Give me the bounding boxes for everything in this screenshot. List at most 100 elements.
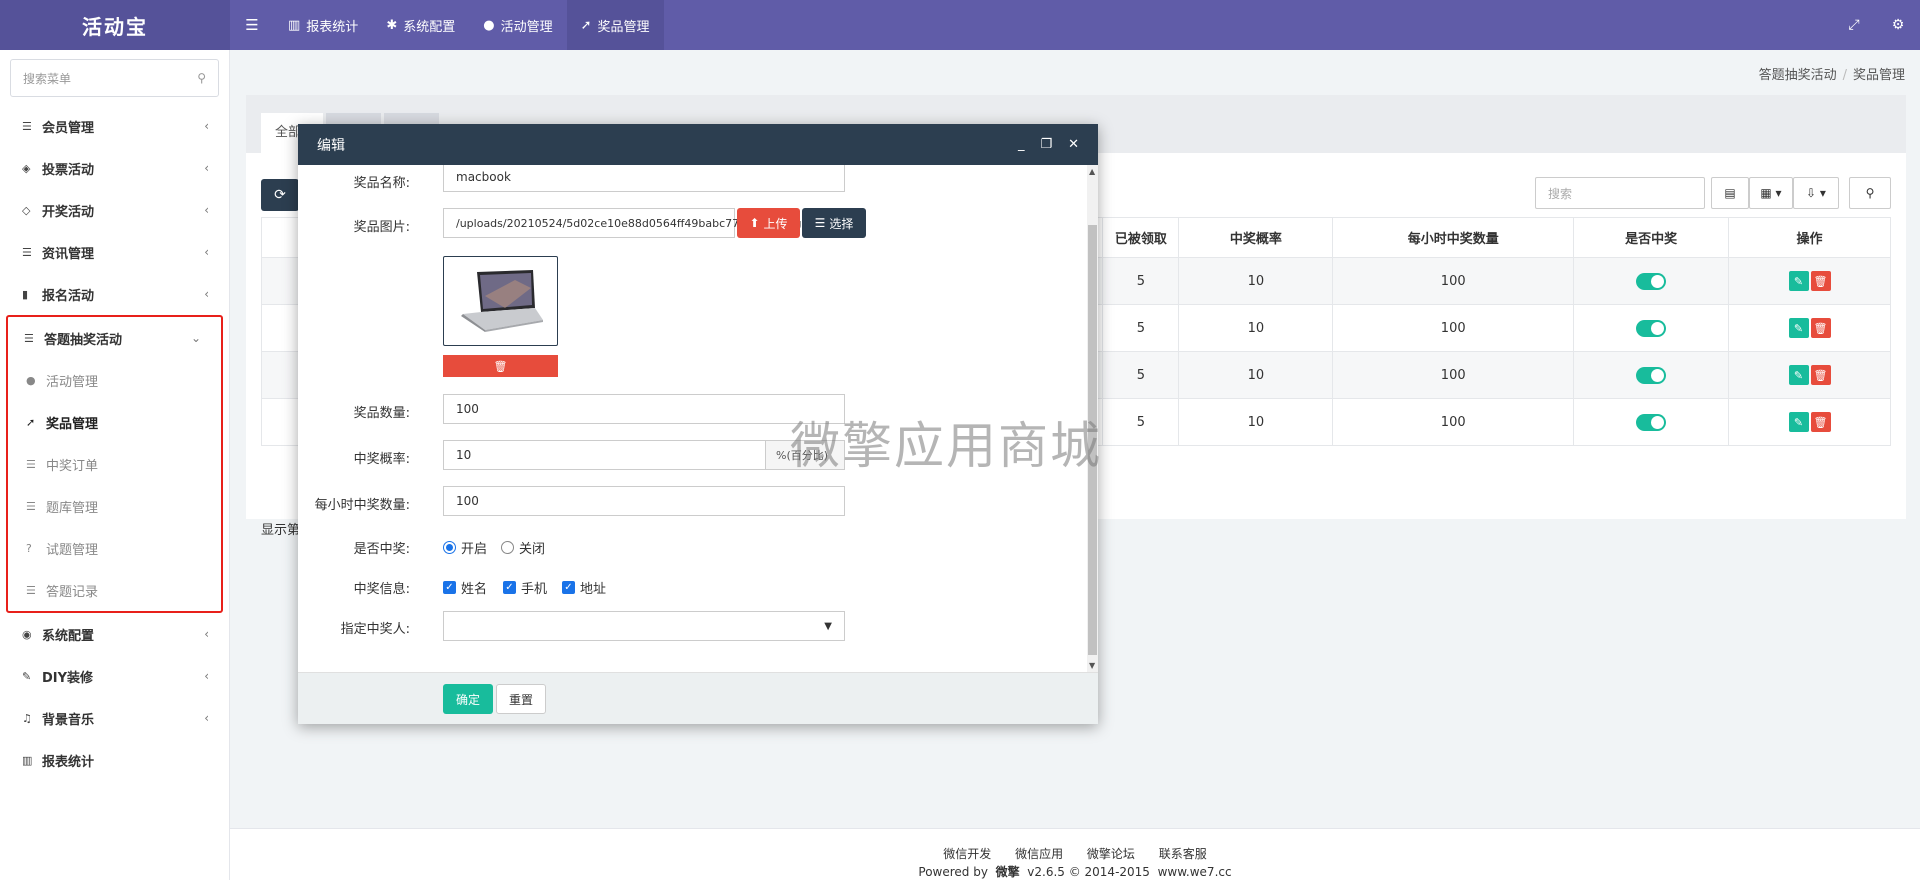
chevron-down-icon: ⌄	[190, 331, 201, 345]
delete-button[interactable]: 🗑	[1810, 412, 1831, 432]
prize-image-preview[interactable]	[443, 256, 558, 346]
export-button[interactable]: ⇩ ▾	[1793, 177, 1839, 209]
footer-link[interactable]: 微信开发	[943, 847, 991, 861]
table-header[interactable]: 每小时中奖数量	[1332, 217, 1575, 258]
checkbox-label: 地址	[580, 582, 607, 597]
laptop-image	[460, 270, 543, 332]
delete-button[interactable]: 🗑	[1810, 271, 1831, 291]
info-name-checkbox[interactable]: ✓ 姓名	[443, 578, 487, 597]
delete-button[interactable]: 🗑	[1810, 365, 1831, 385]
hourly-quantity-input[interactable]: 100	[443, 486, 845, 516]
sidebar-item-lottery[interactable]: ◇ 开奖活动 ‹	[0, 189, 229, 231]
topnav-item-prize[interactable]: ➚ 奖品管理	[566, 0, 664, 50]
sidebar-item-label: DIY装修	[42, 670, 94, 686]
footer-link[interactable]: 联系客服	[1159, 847, 1207, 861]
prize-quantity-input[interactable]: 100	[443, 394, 845, 424]
upload-button[interactable]: ⬆ 上传	[737, 208, 800, 238]
table-header[interactable]: 已被领取	[1102, 217, 1180, 258]
footer-link[interactable]: 微擎论坛	[1087, 847, 1135, 861]
edit-button[interactable]: ✎	[1788, 318, 1809, 338]
topnav-item-activity[interactable]: ● 活动管理	[469, 0, 566, 50]
win-toggle[interactable]	[1636, 413, 1667, 431]
edit-button[interactable]: ✎	[1788, 412, 1809, 432]
rocket-icon: ➚	[26, 415, 36, 429]
select-button[interactable]: ☰ 选择	[802, 208, 866, 238]
sidebar-subitem-bank[interactable]: ☰ 题库管理	[8, 485, 221, 527]
win-off-radio[interactable]: 关闭	[501, 538, 545, 557]
advanced-search-button[interactable]: ⚲	[1849, 177, 1891, 209]
brand-logo[interactable]: 活动宝	[0, 0, 230, 50]
info-address-checkbox[interactable]: ✓ 地址	[562, 578, 606, 597]
close-icon[interactable]: ✕	[1068, 137, 1079, 152]
footer-site[interactable]: www.we7.cc	[1158, 865, 1232, 879]
maximize-icon[interactable]: ❐	[1040, 137, 1052, 152]
sidebar-item-signup[interactable]: ▮ 报名活动 ‹	[0, 273, 229, 315]
pagination-info: 显示第	[261, 523, 301, 538]
info-phone-checkbox[interactable]: ✓ 手机	[503, 578, 547, 597]
sidebar-item-vote[interactable]: ◈ 投票活动 ‹	[0, 147, 229, 189]
topnav-item-system[interactable]: ✱ 系统配置	[372, 0, 469, 50]
edit-button[interactable]: ✎	[1788, 365, 1809, 385]
reset-button[interactable]: 重置	[496, 684, 546, 714]
sidebar-subitem-label: 答题记录	[46, 584, 99, 600]
footer-link[interactable]: 微信应用	[1015, 847, 1063, 861]
confirm-button[interactable]: 确定	[443, 684, 493, 714]
sidebar-item-report[interactable]: ▥ 报表统计	[0, 739, 229, 781]
breadcrumb-parent[interactable]: 答题抽奖活动	[1759, 68, 1837, 83]
fullscreen-icon[interactable]: ⤢	[1832, 0, 1876, 50]
sidebar-subitem-prize[interactable]: ➚ 奖品管理	[8, 401, 221, 443]
menu-toggle-icon[interactable]: ☰	[230, 0, 274, 50]
edit-button[interactable]: ✎	[1788, 271, 1809, 291]
search-icon: ⚲	[197, 71, 206, 85]
topnav-item-report[interactable]: ▥ 报表统计	[274, 0, 372, 50]
gear-icon: ✱	[386, 17, 398, 33]
sidebar-subitem-records[interactable]: ☰ 答题记录	[8, 569, 221, 611]
minimize-icon[interactable]: _	[1018, 137, 1025, 152]
win-toggle[interactable]	[1636, 319, 1667, 337]
scroll-up-icon[interactable]: ▲	[1089, 167, 1095, 176]
modal-header: 编辑 _ ❐ ✕	[298, 124, 1098, 165]
chevron-left-icon: ‹	[204, 161, 209, 175]
sidebar-item-system[interactable]: ◉ 系统配置 ‹	[0, 613, 229, 655]
table-header[interactable]: 中奖概率	[1178, 217, 1334, 258]
toggle-view-button[interactable]: ▤	[1711, 177, 1749, 209]
table-search-input[interactable]: 搜索	[1535, 177, 1705, 209]
win-toggle[interactable]	[1636, 272, 1667, 290]
caret-down-icon: ▼	[824, 620, 832, 632]
sidebar-subitem-orders[interactable]: ☰ 中奖订单	[8, 443, 221, 485]
cogs-icon[interactable]: ⚙	[1876, 0, 1920, 50]
field-label: 中奖信息:	[353, 582, 410, 597]
table-cell: 100	[1332, 398, 1575, 446]
win-on-radio[interactable]: 开启	[443, 538, 487, 557]
winner-select[interactable]: ▼	[443, 611, 845, 641]
field-label: 中奖概率:	[353, 452, 410, 467]
menu-search-input[interactable]: 搜索菜单 ⚲	[10, 59, 219, 97]
sidebar-item-member[interactable]: ☰ 会员管理 ‹	[0, 105, 229, 147]
bar-chart-icon: ▥	[288, 17, 301, 33]
sidebar-item-music[interactable]: ♫ 背景音乐 ‹	[0, 697, 229, 739]
check-icon: ✓	[503, 581, 516, 594]
prize-image-input[interactable]: /uploads/20210524/5d02ce10e88d0564ff49ba…	[443, 208, 801, 238]
refresh-button[interactable]: ⟳	[261, 179, 299, 211]
menu-search-placeholder: 搜索菜单	[23, 71, 72, 86]
footer-brand[interactable]: 微擎	[996, 865, 1020, 879]
select-label: 选择	[829, 216, 854, 231]
book-icon: ▮	[22, 287, 29, 301]
delete-button[interactable]: 🗑	[1810, 318, 1831, 338]
sidebar-item-quiz-lottery[interactable]: ☰ 答题抽奖活动 ⌄	[8, 317, 221, 359]
win-toggle[interactable]	[1636, 366, 1667, 384]
chevron-left-icon: ‹	[204, 203, 209, 217]
table-header[interactable]: 是否中奖	[1573, 217, 1730, 258]
sidebar-item-diy[interactable]: ✎ DIY装修 ‹	[0, 655, 229, 697]
sidebar-subitem-activity[interactable]: ● 活动管理	[8, 359, 221, 401]
scroll-down-icon[interactable]: ▼	[1089, 661, 1095, 670]
prize-name-input[interactable]: macbook	[443, 165, 845, 192]
rocket-icon: ➚	[580, 17, 592, 33]
list-icon: ☰	[22, 245, 32, 259]
topnav-label: 报表统计	[306, 19, 359, 35]
delete-image-button[interactable]: 🗑	[443, 355, 558, 377]
sidebar-subitem-questions[interactable]: ? 试题管理	[8, 527, 221, 569]
sidebar-item-news[interactable]: ☰ 资讯管理 ‹	[0, 231, 229, 273]
columns-button[interactable]: ▦ ▾	[1749, 177, 1793, 209]
field-label: 奖品名称:	[353, 176, 410, 191]
